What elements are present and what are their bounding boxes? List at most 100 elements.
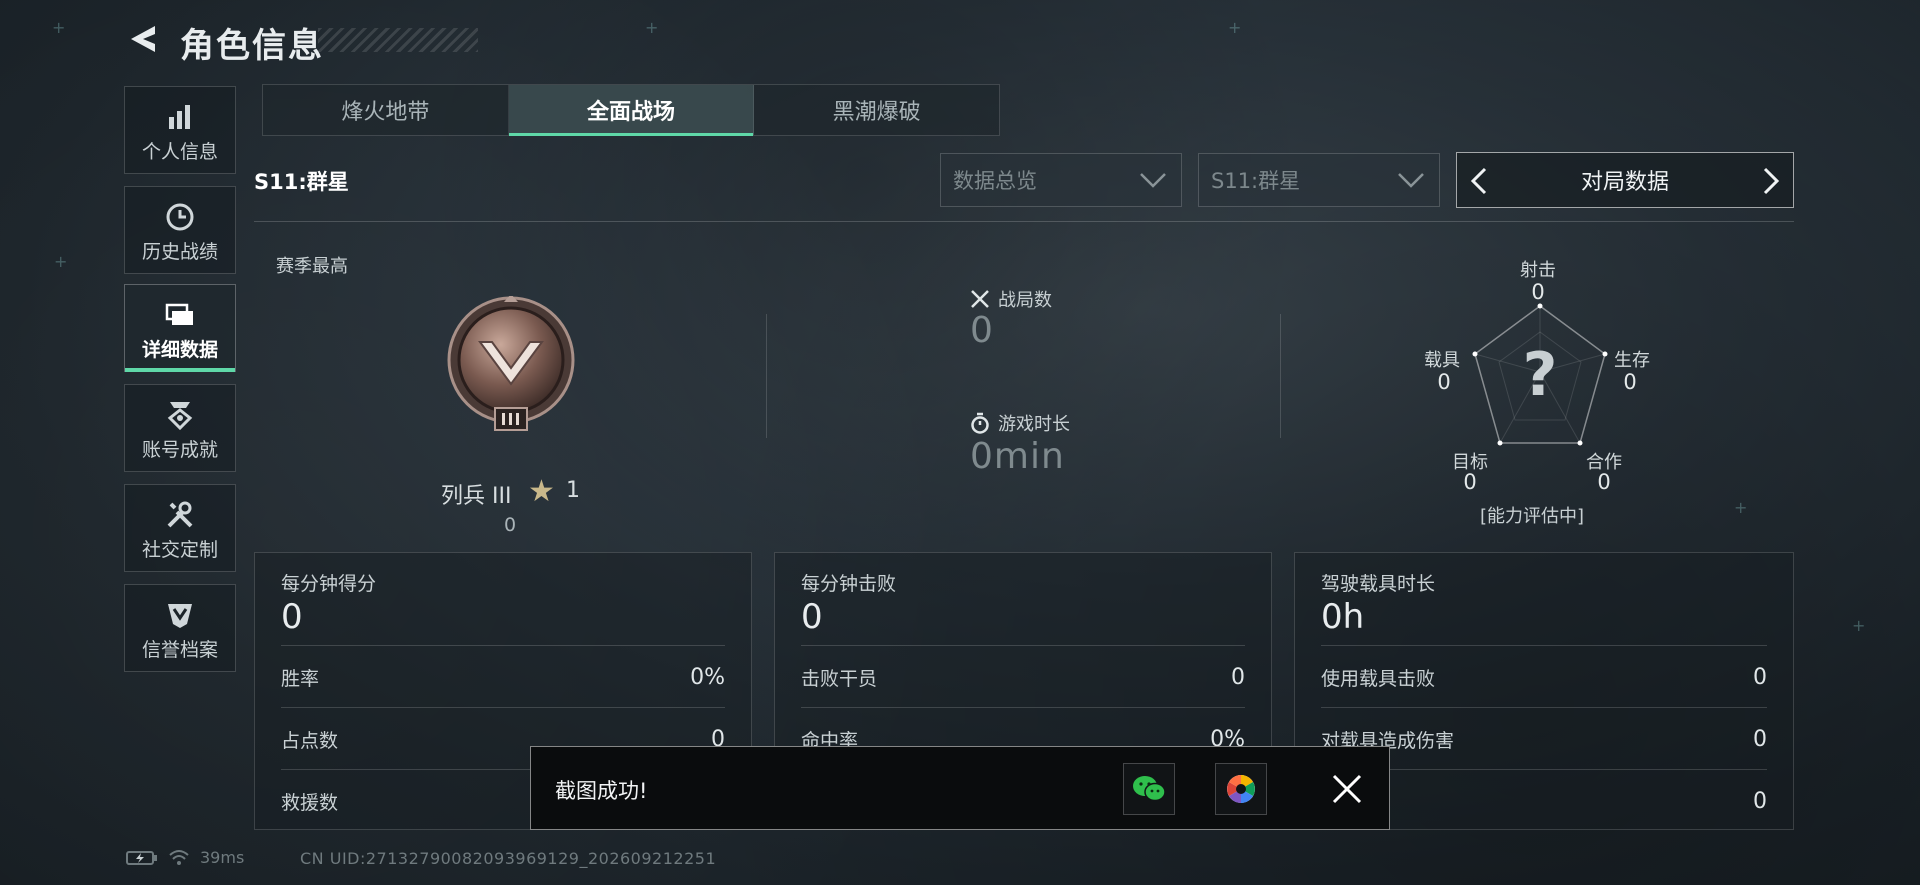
- panel-value: 0: [281, 597, 303, 637]
- sidebar-item-personal-info[interactable]: 个人信息: [124, 86, 236, 174]
- radar-center-mark: ?: [1523, 340, 1558, 410]
- status-bar: 39ms: [126, 848, 244, 867]
- sidebar-item-social[interactable]: 社交定制: [124, 484, 236, 572]
- ability-assessment-status: [能力评估中]: [1480, 506, 1585, 527]
- user-uid: CN UID:2713279008209396912​9_20260921225…: [300, 849, 717, 868]
- stat-label: 使用载具击败: [1321, 667, 1436, 690]
- stat-type-label: 对局数据: [1580, 170, 1669, 195]
- stat-value: 0: [1753, 788, 1767, 814]
- sidebar-item-label: 信誉档案: [141, 639, 218, 661]
- stat-type-selector: 对局数据: [1456, 152, 1794, 208]
- close-icon: [1332, 774, 1362, 804]
- matches-value: 0: [970, 310, 994, 351]
- radar-value-shooting: 0: [1531, 280, 1545, 304]
- stat-label: 占点数: [281, 729, 339, 752]
- matches-label: 战局数: [998, 290, 1052, 311]
- photos-icon: [1227, 775, 1255, 803]
- decor-cross: +: [1852, 616, 1866, 635]
- stat-row: 击败干员 0: [801, 645, 1245, 708]
- tools-icon: [125, 499, 235, 531]
- panel-value: 0h: [1321, 597, 1365, 637]
- sidebar-item-label: 个人信息: [141, 141, 218, 163]
- stat-label: 击败干员: [801, 667, 878, 690]
- radar-value-objective: 0: [1463, 470, 1477, 494]
- folder-icon: [125, 299, 235, 331]
- radar-label-shooting: 射击: [1520, 260, 1556, 281]
- divider: [1280, 314, 1281, 438]
- panel-title: 驾驶载具时长: [1321, 573, 1436, 595]
- panel-value: 0: [801, 597, 823, 637]
- tab-hazard-zone[interactable]: 烽火地带: [263, 85, 509, 135]
- tab-black-tide[interactable]: 黑潮爆破: [754, 85, 999, 135]
- radar-label-survival: 生存: [1614, 350, 1650, 371]
- bar-chart-icon: [125, 101, 235, 133]
- clock-icon: [125, 201, 235, 233]
- radar-value-survival: 0: [1623, 370, 1637, 394]
- divider: [254, 221, 1794, 222]
- stat-value: 0: [1231, 664, 1245, 690]
- stopwatch-icon: [971, 412, 989, 434]
- dropdown-value: S11:群星: [1211, 169, 1301, 193]
- wechat-icon: [1133, 776, 1166, 802]
- sidebar-item-detailed-data[interactable]: 详细数据: [124, 284, 236, 372]
- share-photos-button[interactable]: [1215, 763, 1267, 815]
- stat-value: 0: [1753, 726, 1767, 752]
- stat-row: 使用载具击败 0: [1321, 645, 1767, 708]
- playtime-label-group: 游戏时长: [970, 410, 1070, 436]
- crossed-swords-icon: [971, 290, 989, 308]
- chevron-right-icon[interactable]: [1761, 167, 1781, 195]
- panel-title: 每分钟击败: [801, 573, 897, 595]
- radar-label-vehicle: 载具: [1424, 350, 1460, 371]
- stat-value: 0: [1753, 664, 1767, 690]
- rank-name: 列兵 III: [441, 484, 512, 509]
- decor-cross: +: [1734, 498, 1748, 517]
- stat-label: 胜率: [281, 667, 320, 690]
- toast-message: 截图成功!: [555, 779, 648, 803]
- decor-cross: +: [54, 252, 68, 271]
- battery-charging-icon: [126, 850, 157, 865]
- panel-title: 每分钟得分: [281, 573, 377, 595]
- mode-tabs: 烽火地带 全面战场 黑潮爆破: [262, 84, 1000, 136]
- overview-dropdown[interactable]: 数据总览: [940, 153, 1182, 207]
- chevron-down-icon: [1398, 173, 1424, 188]
- dropdown-value: 数据总览: [953, 169, 1037, 193]
- sidebar-item-credit[interactable]: 信誉档案: [124, 584, 236, 672]
- playtime-value: 0min: [970, 436, 1065, 477]
- tab-all-out-warfare[interactable]: 全面战场: [508, 85, 755, 136]
- share-wechat-button[interactable]: [1123, 763, 1175, 815]
- sidebar-item-history[interactable]: 历史战绩: [124, 186, 236, 274]
- playtime-label: 游戏时长: [998, 414, 1070, 435]
- stat-row: 胜率 0%: [281, 645, 725, 708]
- page-title: 角色信息: [180, 26, 324, 66]
- sidebar-item-achievements[interactable]: 账号成就: [124, 384, 236, 472]
- sidebar-item-label: 账号成就: [141, 439, 218, 461]
- stat-value: 0%: [690, 664, 725, 690]
- season-dropdown[interactable]: S11:群星: [1198, 153, 1440, 207]
- chevron-left-icon[interactable]: [1469, 167, 1489, 195]
- medal-icon: [125, 399, 235, 431]
- season-label: S11:群星: [254, 170, 349, 194]
- stat-label: 救援数: [281, 791, 339, 814]
- shield-badge-icon: [125, 599, 235, 631]
- divider: [766, 314, 767, 438]
- toast-close-button[interactable]: [1327, 769, 1367, 809]
- ping-value: 39ms: [200, 848, 245, 867]
- chevron-down-icon: [1140, 173, 1166, 188]
- wifi-icon: [169, 849, 189, 865]
- back-arrow-icon[interactable]: [125, 22, 159, 56]
- rank-badge-icon: [447, 296, 575, 431]
- sidebar-item-label: 详细数据: [141, 339, 218, 361]
- sidebar-item-label: 历史战绩: [141, 241, 218, 263]
- title-decoration: [318, 28, 478, 52]
- radar-value-vehicle: 0: [1437, 370, 1451, 394]
- decor-cross: +: [52, 18, 66, 37]
- star-icon: ★: [528, 474, 555, 509]
- rank-points: 0: [504, 514, 517, 536]
- season-best-label: 赛季最高: [276, 256, 348, 277]
- screenshot-toast: 截图成功!: [530, 746, 1390, 830]
- decor-cross: +: [1228, 18, 1242, 37]
- decor-cross: +: [645, 18, 659, 37]
- matches-label-group: 战局数: [970, 286, 1052, 312]
- radar-value-cooperation: 0: [1597, 470, 1611, 494]
- sidebar-item-label: 社交定制: [141, 539, 218, 561]
